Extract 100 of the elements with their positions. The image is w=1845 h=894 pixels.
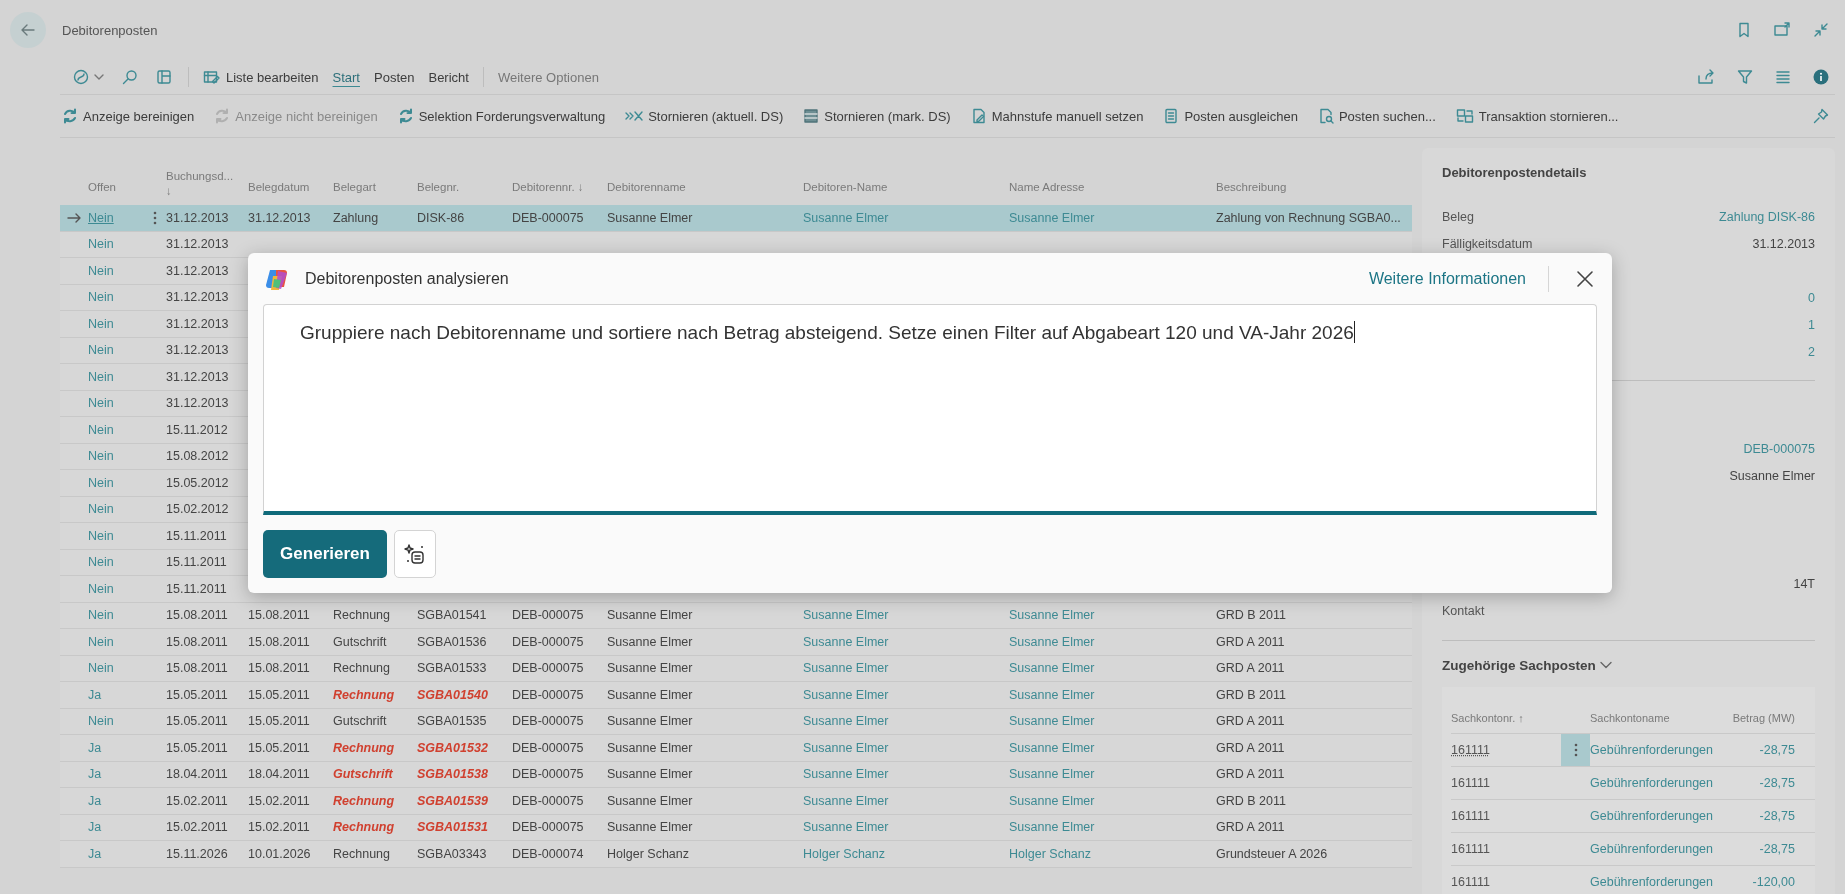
table-link[interactable]: Gebührenforderungen (1590, 809, 1715, 823)
table-link[interactable]: Nein (88, 714, 114, 729)
table-link[interactable]: Ja (88, 820, 102, 835)
table-link[interactable]: -28,75 (1715, 743, 1815, 757)
table-link[interactable]: Nein (88, 237, 114, 252)
table-link[interactable]: Nein (88, 263, 114, 278)
action-button[interactable]: Stornieren (mark. DS) (803, 106, 951, 126)
table-link[interactable]: -28,75 (1715, 842, 1815, 856)
tab[interactable]: Start (332, 67, 360, 87)
pin-button[interactable] (1811, 106, 1831, 126)
tab[interactable]: Posten (374, 67, 415, 87)
more-options-button[interactable]: Weitere Optionen (497, 67, 599, 87)
action-button[interactable]: Posten suchen... (1317, 106, 1436, 126)
tab[interactable]: Bericht (428, 67, 469, 87)
table-link[interactable]: Susanne Elmer (803, 210, 889, 225)
table-link[interactable]: Susanne Elmer (803, 740, 889, 755)
table-link[interactable]: Gebührenforderungen (1590, 842, 1715, 856)
back-button[interactable] (10, 12, 46, 48)
field-link[interactable]: Zahlung DISK-86 (1719, 209, 1815, 224)
column-header[interactable]: Debitorenname (607, 181, 686, 193)
action-button[interactable]: Anzeige bereinigen (62, 106, 195, 126)
table-link[interactable]: Nein (88, 369, 114, 384)
column-header[interactable]: Debitoren-Name (803, 181, 888, 193)
action-button[interactable]: Selektion Forderungsverwaltung (397, 106, 606, 126)
field-link[interactable]: 2 (1808, 344, 1815, 359)
table-link[interactable]: Susanne Elmer (803, 634, 889, 649)
table-link[interactable]: Susanne Elmer (1009, 608, 1095, 623)
action-button[interactable]: Posten ausgleichen (1163, 106, 1298, 126)
row-menu-cell[interactable] (1561, 734, 1590, 766)
table-link[interactable]: Susanne Elmer (1009, 820, 1095, 835)
column-header[interactable]: Name Adresse (1009, 181, 1085, 193)
info-button[interactable] (1811, 67, 1831, 87)
table-link[interactable]: Susanne Elmer (1009, 740, 1095, 755)
table-link[interactable]: -28,75 (1715, 776, 1815, 790)
action-button[interactable]: Transaktion stornieren... (1455, 106, 1619, 126)
table-link[interactable]: Ja (88, 767, 102, 782)
table-link[interactable]: Nein (88, 502, 114, 517)
table-link[interactable]: Nein (88, 290, 114, 305)
table-link[interactable]: Nein (88, 528, 114, 543)
table-link[interactable]: Holger Schanz (1009, 846, 1091, 861)
field-link[interactable]: 1 (1808, 317, 1815, 332)
table-link[interactable]: Nein (88, 475, 114, 490)
table-link[interactable]: Nein (88, 661, 114, 676)
table-link[interactable]: Nein (88, 343, 114, 358)
table-link[interactable]: Susanne Elmer (803, 793, 889, 808)
table-link[interactable]: Nein (88, 316, 114, 331)
field-link[interactable]: DEB-000075 (1743, 441, 1815, 456)
table-link[interactable]: Susanne Elmer (1009, 714, 1095, 729)
table-link[interactable]: Gebührenforderungen (1590, 743, 1715, 757)
column-header[interactable]: Beschreibung (1216, 181, 1287, 193)
search-button[interactable] (120, 67, 140, 87)
column-header[interactable]: Belegdatum (248, 181, 310, 193)
column-header[interactable]: Belegart (333, 181, 376, 193)
prompt-suggestions-button[interactable] (394, 530, 436, 578)
column-header[interactable]: Buchungsd... (166, 170, 248, 182)
table-link[interactable]: Susanne Elmer (803, 687, 889, 702)
table-link[interactable]: Susanne Elmer (803, 608, 889, 623)
table-link[interactable]: Susanne Elmer (1009, 793, 1095, 808)
column-header[interactable]: Offen (88, 181, 116, 193)
table-link[interactable]: Ja (88, 740, 102, 755)
column-header[interactable]: Belegnr. (417, 181, 460, 193)
layout-button[interactable] (154, 67, 174, 87)
table-link[interactable]: Nein (88, 449, 114, 464)
column-header[interactable]: Debitorennr. ↓ (512, 181, 584, 193)
table-link[interactable]: Gebührenforderungen (1590, 875, 1715, 889)
more-options-icon[interactable] (1573, 743, 1578, 757)
table-link[interactable]: Susanne Elmer (1009, 210, 1095, 225)
table-link[interactable]: Nein (88, 210, 114, 225)
table-link[interactable]: Nein (88, 396, 114, 411)
field-link[interactable]: 0 (1808, 290, 1815, 305)
column-header[interactable]: Sachkontoname (1590, 712, 1715, 724)
table-link[interactable]: Susanne Elmer (1009, 661, 1095, 676)
table-link[interactable]: Ja (88, 687, 102, 702)
column-header[interactable]: Sachkontonr. ↑ (1451, 712, 1561, 724)
table-link[interactable]: Nein (88, 608, 114, 623)
table-link[interactable]: Susanne Elmer (803, 820, 889, 835)
more-options-icon[interactable] (153, 210, 157, 225)
table-link[interactable]: Nein (88, 555, 114, 570)
edit-list-button[interactable]: Liste bearbeiten (203, 67, 319, 87)
filter-button[interactable] (1735, 67, 1755, 87)
section-title[interactable]: Zugehörige Sachposten (1442, 657, 1596, 673)
share-button[interactable] (1695, 67, 1717, 87)
more-info-link[interactable]: Weitere Informationen (1368, 269, 1526, 288)
table-link[interactable]: Susanne Elmer (803, 661, 889, 676)
action-button[interactable]: Mahnstufe manuell setzen (970, 106, 1144, 126)
table-link[interactable]: -120,00 (1715, 875, 1815, 889)
generate-button[interactable]: Generieren (263, 530, 387, 578)
table-link[interactable]: Susanne Elmer (1009, 687, 1095, 702)
table-link[interactable]: Nein (88, 634, 114, 649)
table-link[interactable]: Nein (88, 422, 114, 437)
table-link[interactable]: Susanne Elmer (1009, 767, 1095, 782)
table-link[interactable]: Susanne Elmer (803, 767, 889, 782)
table-link[interactable]: Nein (88, 581, 114, 596)
prompt-field[interactable]: Gruppiere nach Debitorenname und sortiere nach Betrag absteigend. Setze einen Filter auf Abgabeart 120 und VA-Jahr 2026 (263, 304, 1597, 515)
table-link[interactable]: Ja (88, 846, 102, 861)
table-link[interactable]: Susanne Elmer (803, 714, 889, 729)
table-link[interactable]: Holger Schanz (803, 846, 885, 861)
table-link[interactable]: Susanne Elmer (1009, 634, 1095, 649)
action-button[interactable]: Stornieren (aktuell. DS) (625, 106, 784, 126)
table-link[interactable]: -28,75 (1715, 809, 1815, 823)
